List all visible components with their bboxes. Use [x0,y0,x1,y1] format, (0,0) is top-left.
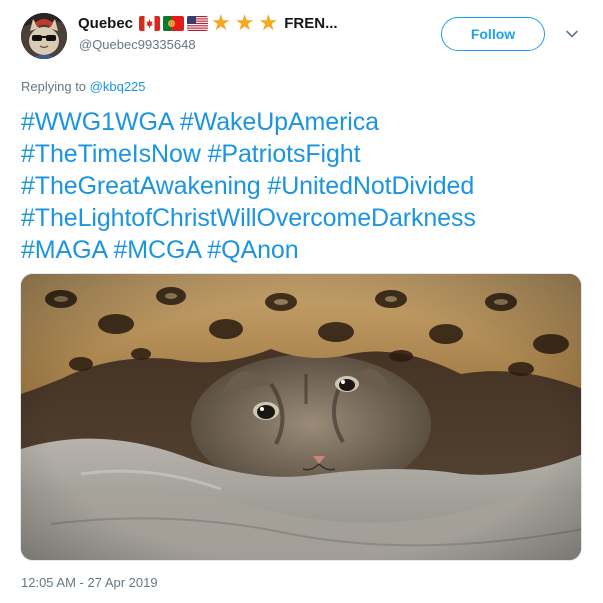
tweet-text: #WWG1WGA #WakeUpAmerica #TheTimeIsNow #P… [21,106,581,266]
hashtag-line[interactable]: #WWG1WGA #WakeUpAmerica [21,106,581,138]
hashtag-line[interactable]: #TheTimeIsNow #PatriotsFight [21,138,581,170]
hashtag-line[interactable]: #TheLightofChristWillOvercomeDarkness [21,202,581,234]
star-icon: ★ [211,10,231,35]
replying-to: Replying to @kbq225 [21,79,146,94]
user-handle[interactable]: @Quebec99335648 [79,37,196,52]
star-icon: ★ [258,10,279,35]
star-icon: ★ [234,10,255,35]
chevron-down-icon[interactable] [565,27,579,41]
hashtag-line[interactable]: #MAGA #MCGA #QAnon [21,234,581,266]
avatar[interactable] [21,13,67,59]
replying-to-label: Replying to [21,79,87,94]
user-name-row[interactable]: Quebec ★ ★ ★ FREN... [78,11,338,35]
tweet-media-image[interactable] [20,273,582,561]
portugal-flag-icon [163,15,185,31]
display-name-suffix: FREN... [284,14,338,32]
reply-mention-link[interactable]: @kbq225 [90,79,146,94]
tweet-timestamp[interactable]: 12:05 AM - 27 Apr 2019 [21,575,158,590]
canada-flag-icon [139,15,161,31]
follow-button[interactable]: Follow [441,17,545,51]
hashtag-line[interactable]: #TheGreatAwakening #UnitedNotDivided [21,170,581,202]
usa-flag-icon [187,15,209,31]
display-name[interactable]: Quebec [78,15,133,32]
